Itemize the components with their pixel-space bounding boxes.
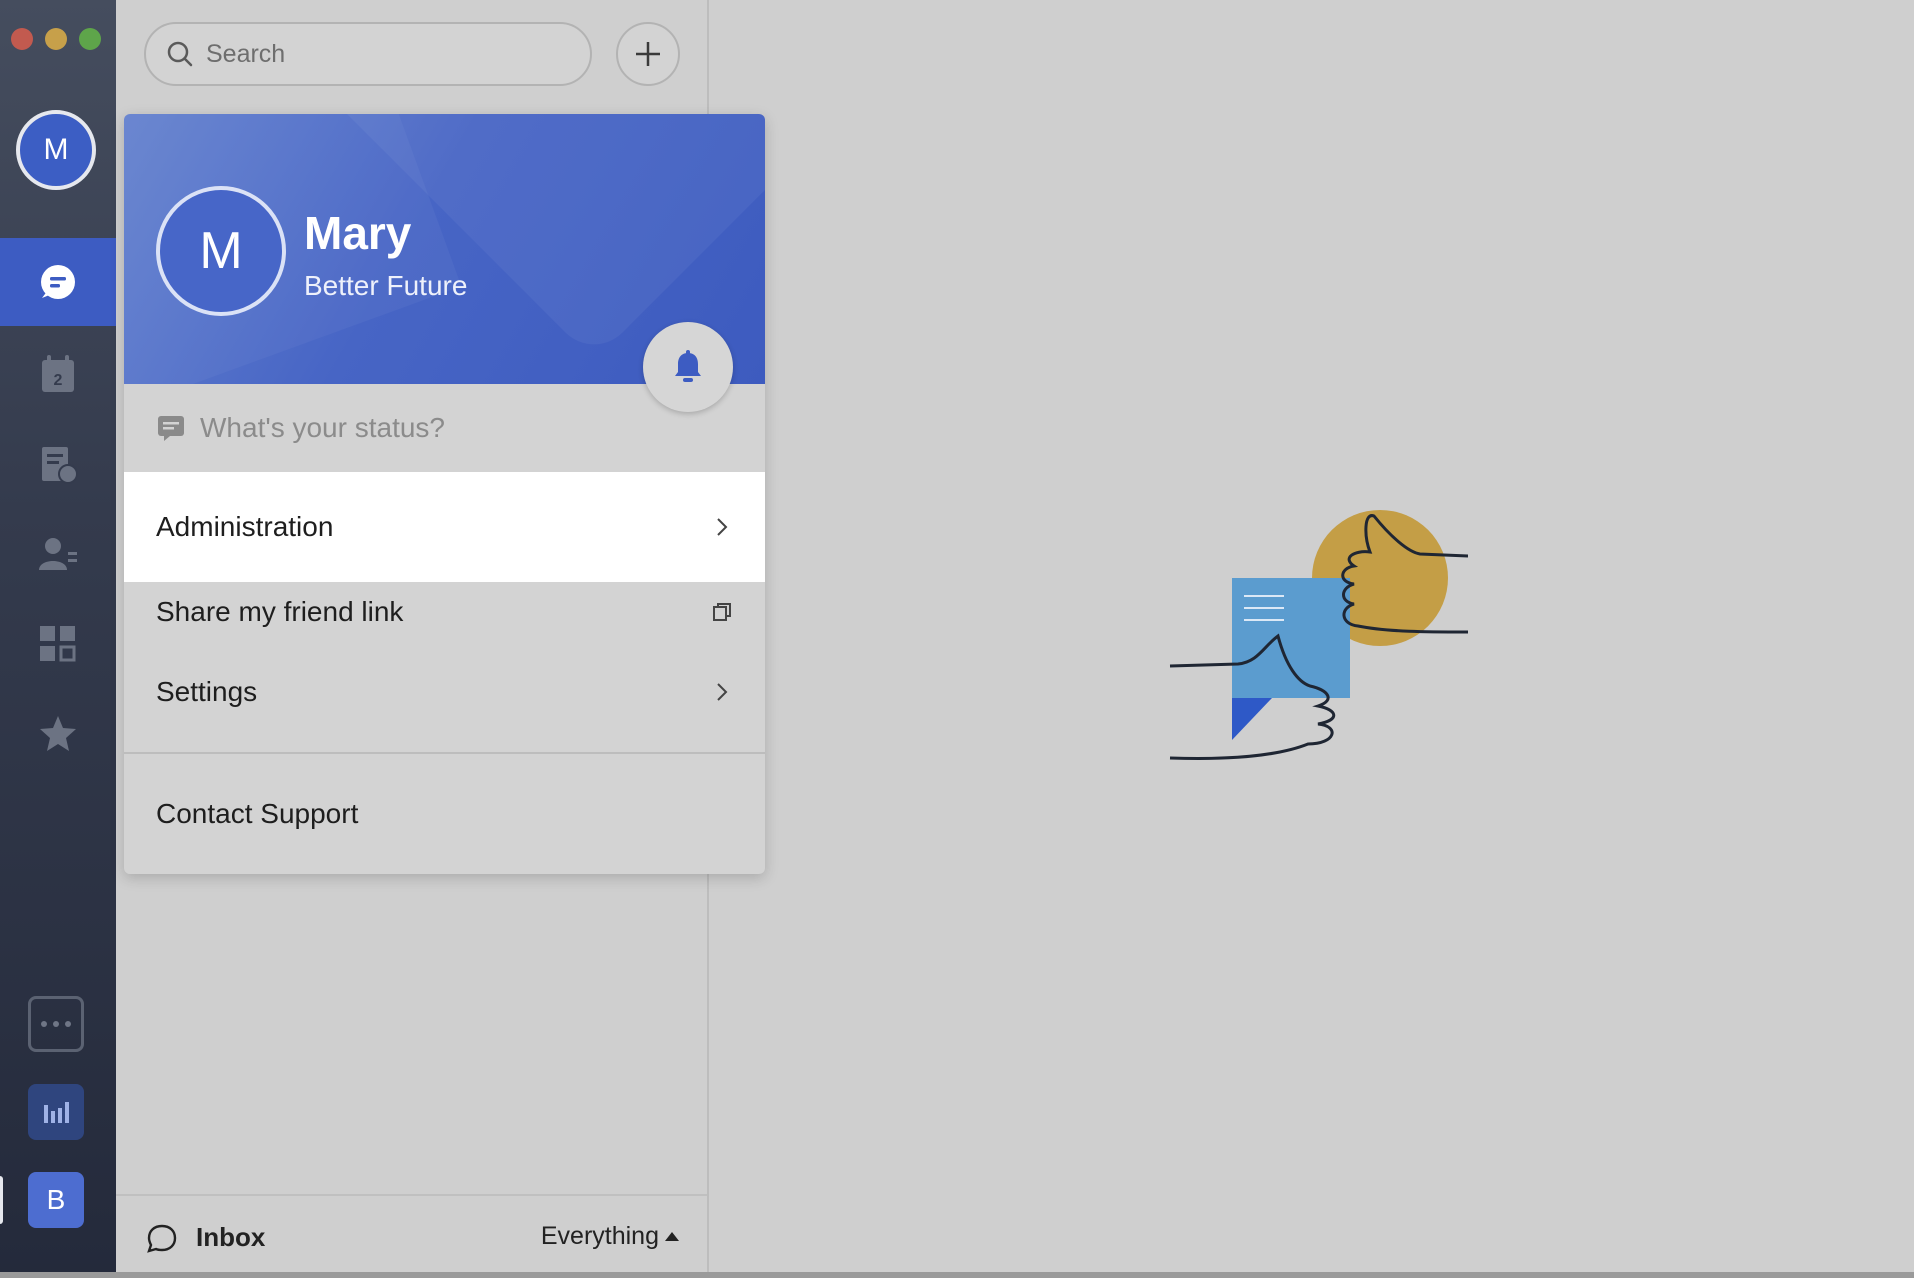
status-input[interactable] xyxy=(200,412,700,444)
search-input[interactable] xyxy=(206,39,586,69)
menu-item-share-friend-link[interactable]: Share my friend link xyxy=(124,572,765,652)
app-rail: M 2 B xyxy=(0,0,116,1278)
bell-icon xyxy=(675,350,701,382)
bottom-edge xyxy=(0,1272,1914,1278)
profile-organization: Better Future xyxy=(304,270,468,301)
more-apps-button[interactable] xyxy=(28,996,84,1052)
profile-name: Mary xyxy=(304,207,412,259)
star-icon[interactable] xyxy=(0,690,116,778)
inbox-label[interactable]: Inbox xyxy=(196,1222,265,1253)
search-box[interactable] xyxy=(144,22,592,86)
analytics-icon[interactable] xyxy=(28,1084,84,1140)
filter-dropdown[interactable]: Everything xyxy=(541,1222,679,1251)
thumbs-up-illustration xyxy=(1169,510,1468,760)
menu-item-label: Settings xyxy=(156,676,258,707)
menu-item-label: Contact Support xyxy=(156,798,359,829)
calendar-badge: 2 xyxy=(54,372,63,389)
search-icon xyxy=(167,41,193,67)
chevron-right-icon xyxy=(717,683,728,701)
menu-item-contact-support[interactable]: Contact Support xyxy=(124,774,765,854)
copy-icon xyxy=(713,603,731,621)
apps-grid-icon[interactable] xyxy=(0,600,116,688)
workspace-switcher[interactable]: B xyxy=(28,1172,84,1228)
menu-item-settings[interactable]: Settings xyxy=(124,652,765,732)
add-button[interactable] xyxy=(616,22,680,86)
chat-icon[interactable] xyxy=(0,238,116,326)
calendar-icon[interactable]: 2 xyxy=(0,330,116,418)
status-message-icon xyxy=(158,416,184,441)
inbox-footer: Inbox Everything xyxy=(116,1194,707,1278)
menu-divider xyxy=(124,752,765,754)
user-avatar[interactable]: M xyxy=(16,110,96,190)
plus-icon xyxy=(636,42,660,66)
notifications-button[interactable] xyxy=(643,322,733,412)
window-close-button[interactable] xyxy=(11,28,33,50)
caret-up-icon xyxy=(665,1232,679,1241)
workspace-active-indicator xyxy=(0,1176,3,1224)
menu-item-label: Administration xyxy=(156,511,334,542)
window-minimize-button[interactable] xyxy=(45,28,67,50)
tasks-icon[interactable] xyxy=(0,420,116,508)
chevron-right-icon xyxy=(717,518,728,536)
chat-bubble-icon xyxy=(147,1224,177,1253)
profile-menu: M Mary Better Future Administration Shar… xyxy=(124,114,765,874)
menu-item-administration[interactable]: Administration xyxy=(124,472,765,582)
window-zoom-button[interactable] xyxy=(79,28,101,50)
contacts-icon[interactable] xyxy=(0,510,116,598)
profile-avatar[interactable]: M xyxy=(156,186,286,316)
menu-item-label: Share my friend link xyxy=(156,596,404,627)
filter-label: Everything xyxy=(540,1222,659,1250)
